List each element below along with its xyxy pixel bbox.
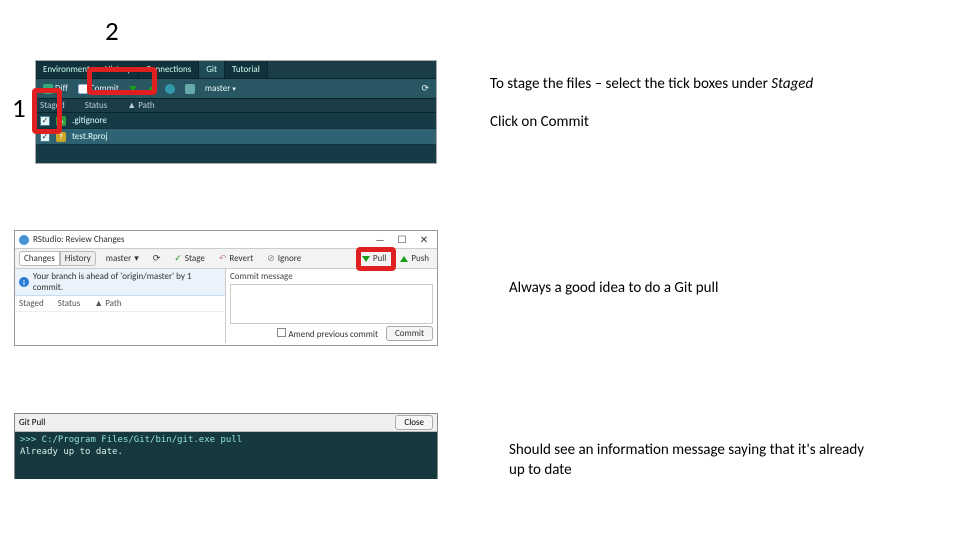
refresh-button[interactable]: ⟳ [418, 83, 432, 94]
git-pull-window: Git Pull Close >>> C:/Program Files/Git/… [14, 413, 438, 479]
more-icon-button[interactable] [182, 84, 198, 94]
push-icon-button[interactable] [144, 86, 158, 92]
git-toolbar: Diff ✓ Commit master ▾ ⟳ [36, 79, 436, 99]
commit-message-input[interactable] [230, 284, 433, 324]
git-pane: Environment History Connections Git Tuto… [35, 60, 437, 164]
instruction-commit: Click on Commit [490, 112, 589, 132]
close-button[interactable]: Close [395, 415, 433, 430]
review-columns: Staged Status ▲ Path [15, 296, 225, 312]
window-titlebar: RStudio: Review Changes — ☐ ✕ [15, 231, 437, 249]
col-staged: Staged [40, 100, 65, 111]
git-rows: ✓ A .gitignore ✓ ? test.Rproj [36, 113, 436, 145]
rstudio-icon [19, 235, 29, 245]
pull-arrow-icon [362, 256, 370, 262]
git-columns: Staged Status ▲ Path [36, 99, 436, 113]
commit-button[interactable]: Commit [386, 326, 433, 341]
refresh-icon: ⟳ [153, 253, 161, 264]
refresh-button[interactable]: ⟳ [149, 252, 165, 265]
callout-1: 1 [12, 92, 26, 125]
ignore-button[interactable]: ⊘ Ignore [263, 252, 305, 265]
review-left-pane: i Your branch is ahead of 'origin/master… [15, 269, 226, 343]
commit-message-label: Commit message [230, 271, 433, 282]
info-icon: i [19, 277, 29, 287]
tab-changes[interactable]: Changes [19, 251, 60, 266]
pull-title: Git Pull [19, 417, 45, 428]
tab-git[interactable]: Git [199, 61, 225, 78]
git-pane-tabs: Environment History Connections Git Tuto… [36, 61, 436, 79]
commit-icon: ✓ [78, 84, 88, 94]
file-path: test.Rproj [72, 131, 108, 142]
col-status: Status [85, 100, 108, 111]
col-path: ▲ Path [127, 100, 154, 111]
status-badge: A [56, 116, 66, 126]
pull-titlebar: Git Pull Close [15, 414, 437, 432]
push-arrow-icon [147, 86, 155, 92]
pull-button[interactable]: Pull [358, 252, 391, 265]
refresh-icon: ⟳ [421, 83, 429, 94]
pull-arrow-icon [129, 86, 137, 92]
tab-history[interactable]: History [60, 251, 96, 266]
instruction-pull: Always a good idea to do a Git pull [509, 278, 718, 298]
clock-icon [165, 84, 175, 94]
push-button[interactable]: Push [396, 252, 433, 265]
stage-checkbox[interactable]: ✓ [40, 116, 50, 126]
file-path: .gitignore [72, 115, 107, 126]
tab-tutorial[interactable]: Tutorial [225, 61, 268, 78]
amend-checkbox[interactable]: Amend previous commit [277, 328, 378, 340]
tab-environment[interactable]: Environment [36, 61, 98, 78]
pull-terminal: >>> C:/Program Files/Git/bin/git.exe pul… [15, 432, 437, 479]
gear-icon [185, 84, 195, 94]
commit-button[interactable]: ✓ Commit [75, 83, 122, 94]
pull-icon-button[interactable] [126, 86, 140, 92]
branch-selector[interactable]: master ▾ [202, 83, 239, 94]
diff-icon [43, 84, 53, 94]
revert-button[interactable]: ↶ Revert [215, 252, 257, 265]
stage-button[interactable]: ✓ Stage [170, 252, 209, 265]
git-row[interactable]: ✓ A .gitignore [36, 113, 436, 129]
minimize-button[interactable]: — [371, 233, 389, 247]
review-toolbar: Changes History master ▾ ⟳ ✓ Stage ↶ Rev… [15, 249, 437, 269]
ignore-icon: ⊘ [267, 253, 275, 264]
window-title: RStudio: Review Changes [33, 234, 125, 245]
branch-ahead-info: i Your branch is ahead of 'origin/master… [15, 269, 225, 296]
revert-icon: ↶ [219, 253, 227, 264]
branch-selector[interactable]: master ▾ [102, 252, 143, 265]
instruction-stage: To stage the files – select the tick box… [490, 74, 813, 94]
check-icon: ✓ [174, 253, 182, 264]
diff-button[interactable]: Diff [40, 83, 71, 94]
close-button[interactable]: ✕ [415, 233, 433, 247]
tab-connections[interactable]: Connections [139, 61, 199, 78]
maximize-button[interactable]: ☐ [393, 233, 411, 247]
git-row[interactable]: ✓ ? test.Rproj [36, 129, 436, 145]
stage-checkbox[interactable]: ✓ [40, 132, 50, 142]
status-badge: ? [56, 132, 66, 142]
history-icon-button[interactable] [162, 84, 178, 94]
tab-history[interactable]: History [98, 61, 139, 78]
instruction-uptodate: Should see an information message saying… [509, 440, 869, 481]
callout-2: 2 [105, 15, 119, 48]
review-changes-window: RStudio: Review Changes — ☐ ✕ Changes Hi… [14, 230, 438, 346]
review-right-pane: Commit message Amend previous commit Com… [226, 269, 437, 343]
push-arrow-icon [400, 256, 408, 262]
